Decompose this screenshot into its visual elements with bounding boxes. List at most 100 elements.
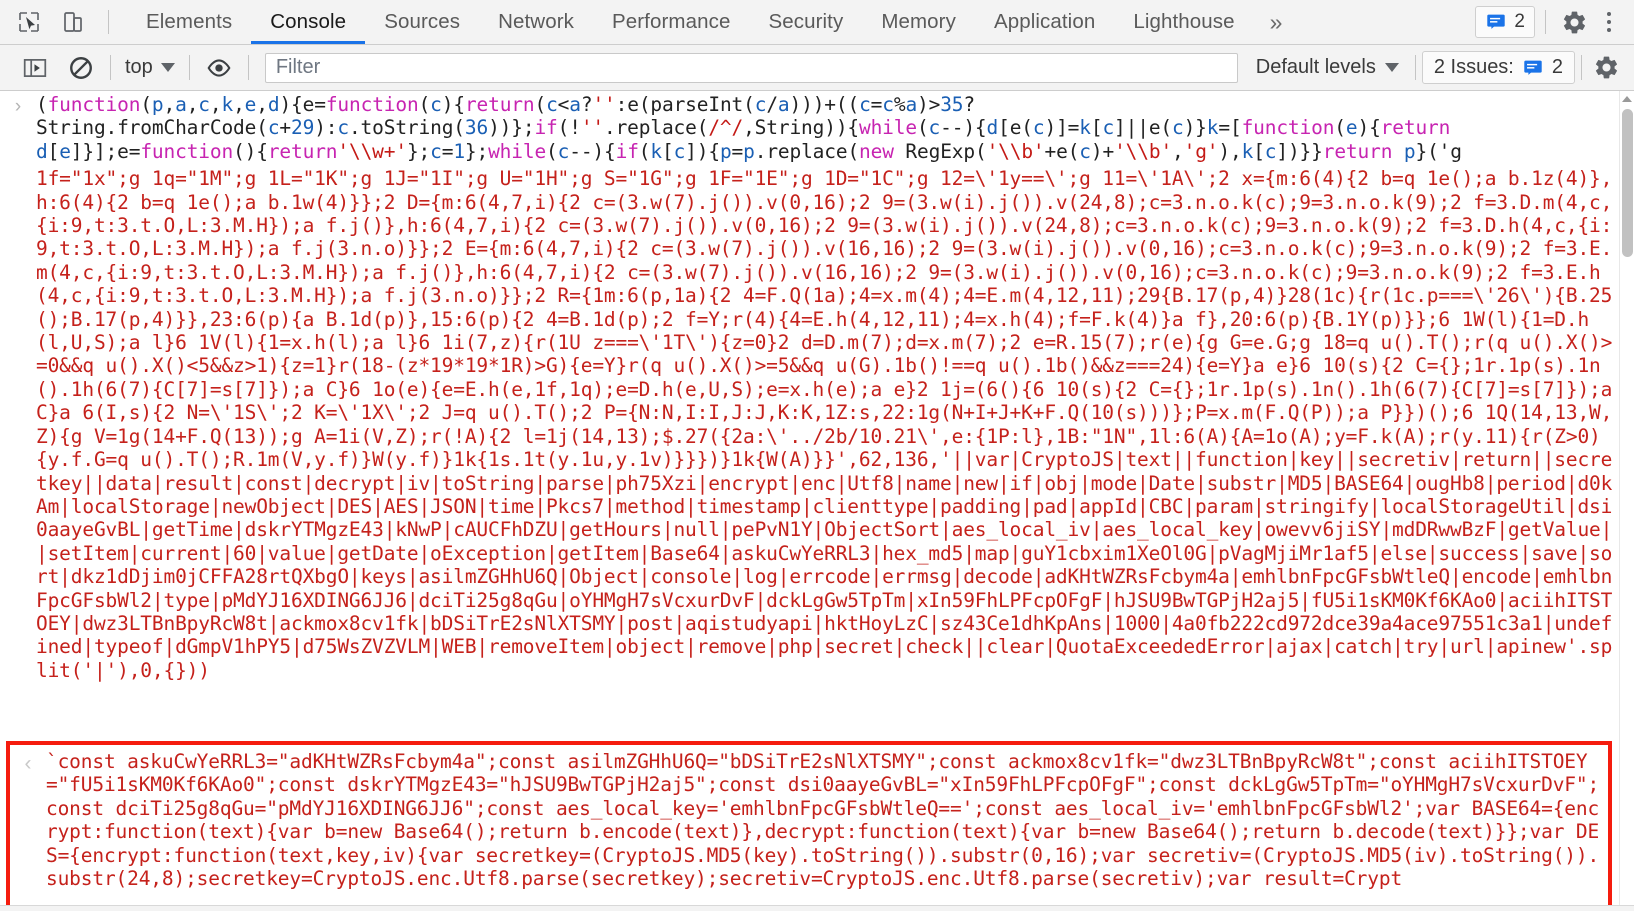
console-bottom-strip <box>0 905 1634 911</box>
code-token: )} <box>1183 116 1207 140</box>
issue-message-icon <box>1524 60 1542 75</box>
code-token: return <box>1380 116 1451 140</box>
tab-lighthouse[interactable]: Lighthouse <box>1114 0 1253 44</box>
tab-security[interactable]: Security <box>749 0 862 44</box>
code-token: c <box>546 93 558 116</box>
code-token: ( <box>638 139 651 163</box>
filterbar-divider <box>1581 55 1582 80</box>
tab-label: Memory <box>881 10 956 33</box>
tab-label: Performance <box>611 10 731 33</box>
code-token: ( <box>1334 116 1346 140</box>
code-token: return <box>267 139 338 163</box>
code-token: k <box>221 93 234 116</box>
code-token: ]){ <box>685 139 720 163</box>
code-token: [ <box>47 139 60 163</box>
code-token: '' <box>580 116 604 140</box>
tab-memory[interactable]: Memory <box>862 0 975 44</box>
execution-context-value: top <box>125 56 153 78</box>
tab-console[interactable]: Console <box>251 0 366 44</box>
code-token: c <box>557 139 570 163</box>
gear-icon[interactable] <box>1588 50 1624 86</box>
tab-network[interactable]: Network <box>479 0 593 44</box>
tab-application[interactable]: Application <box>975 0 1114 44</box>
console-result-message-highlighted[interactable]: ‹ `const askuCwYeRRL3="adKHtWZRsFcbym4a"… <box>6 741 1612 909</box>
code-token: c <box>267 116 280 140</box>
kebab-menu-icon[interactable] <box>1596 4 1622 40</box>
code-token: ( <box>36 93 48 116</box>
code-token: a <box>569 93 581 116</box>
code-token: (){ <box>233 139 268 163</box>
code-token: = <box>441 139 454 163</box>
code-token: return <box>464 93 535 116</box>
kebab-dot <box>1607 12 1611 16</box>
tab-label: Sources <box>384 10 461 33</box>
code-token: ): <box>314 116 338 140</box>
tabbar-left-icons <box>0 0 123 44</box>
code-token: ( <box>534 93 547 116</box>
code-token: p <box>151 93 164 116</box>
code-token: (! <box>557 116 581 140</box>
result-arrow-left-icon: ‹ <box>24 752 32 775</box>
code-token: c <box>430 139 442 163</box>
code-token: )+ <box>1090 139 1115 163</box>
code-token: , <box>209 93 222 116</box>
console-message-area[interactable]: › (function(p,a,c,k,e,d){e=function(c){r… <box>0 91 1634 911</box>
code-token: RegExp( <box>893 139 987 163</box>
code-token: .replace( <box>754 139 860 163</box>
device-toolbar-icon[interactable] <box>58 7 88 37</box>
code-token: d <box>986 116 999 140</box>
code-token: +e( <box>1044 139 1080 163</box>
code-token: while <box>488 139 547 163</box>
code-token: , <box>1172 139 1184 163</box>
code-token: while <box>859 116 917 140</box>
console-error-message[interactable]: 1f="1x";g 1q="1M";g 1L="1K";g 1J="1I";g … <box>0 165 1619 684</box>
tabbar-right-divider <box>1545 10 1546 34</box>
code-token: ))}; <box>488 116 535 140</box>
filter-input[interactable] <box>264 52 1238 83</box>
expand-arrow-right-icon[interactable]: › <box>0 93 36 118</box>
code-token: 'g' <box>1183 139 1219 163</box>
code-token: = <box>870 93 883 116</box>
code-token: }('g <box>1415 139 1462 163</box>
scroll-up-arrow-icon[interactable] <box>1620 91 1634 107</box>
code-token: function <box>325 93 419 116</box>
live-expression-icon[interactable] <box>202 51 236 85</box>
code-token: if <box>615 139 639 163</box>
inspect-cursor-icon[interactable] <box>14 7 44 37</box>
code-token: c <box>1264 139 1277 163</box>
console-sidebar-icon[interactable] <box>18 51 52 85</box>
code-token: return <box>1322 139 1393 163</box>
code-token: [ <box>661 139 674 163</box>
code-token: e <box>244 93 257 116</box>
code-token: )> <box>917 93 941 116</box>
code-token: , <box>186 93 199 116</box>
code-token: )))+(( <box>789 93 860 116</box>
log-level-value: Default levels <box>1255 56 1376 78</box>
code-token: [ <box>1253 139 1265 163</box>
tab-label: Lighthouse <box>1133 10 1235 33</box>
tab-label: Application <box>993 10 1096 33</box>
code-token: c <box>1172 116 1184 140</box>
log-level-selector[interactable]: Default levels <box>1246 56 1409 79</box>
code-token: 36 <box>464 116 489 140</box>
issues-badge-button[interactable]: 2 <box>1475 6 1535 38</box>
tab-sources[interactable]: Sources <box>365 0 479 44</box>
code-token: :e(parseInt( <box>615 93 755 116</box>
issues-summary-button[interactable]: 2 Issues: 2 <box>1421 51 1575 84</box>
filterbar-divider <box>110 55 111 80</box>
code-token: p <box>1403 139 1416 163</box>
console-filter-bar: top Default levels 2 Issues: 2 <box>0 45 1634 91</box>
tab-performance[interactable]: Performance <box>593 0 749 44</box>
code-token: c <box>1102 116 1115 140</box>
issues-count: 2 <box>1514 11 1525 32</box>
code-token: ])}} <box>1276 139 1323 163</box>
execution-context-selector[interactable]: top <box>117 53 183 83</box>
tab-elements[interactable]: Elements <box>127 0 251 44</box>
console-input-message[interactable]: › (function(p,a,c,k,e,d){e=function(c){r… <box>0 91 1619 165</box>
console-scrollbar[interactable] <box>1619 91 1634 911</box>
clear-console-icon[interactable] <box>64 51 98 85</box>
gear-icon[interactable] <box>1556 4 1592 40</box>
devtools-window: Elements Console Sources Network Perform… <box>0 0 1634 911</box>
more-tabs-icon[interactable]: » <box>1254 0 1299 44</box>
scrollbar-thumb[interactable] <box>1622 109 1633 257</box>
